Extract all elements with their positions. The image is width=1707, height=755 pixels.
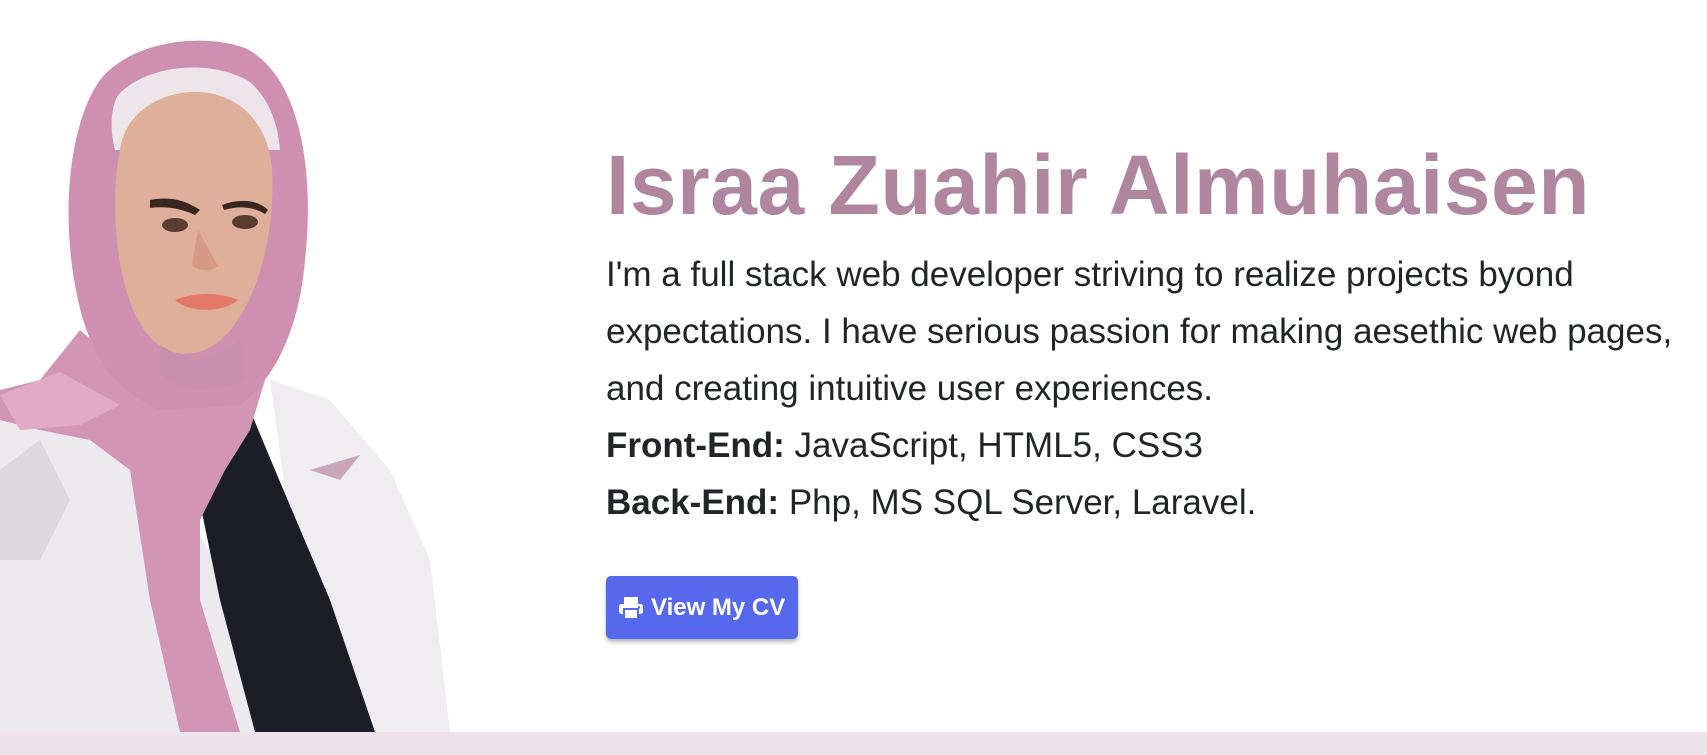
- view-cv-button[interactable]: View My CV: [606, 576, 799, 639]
- view-cv-label: View My CV: [651, 593, 786, 621]
- section-divider: [0, 732, 1707, 755]
- skill-value: JavaScript, HTML5, CSS3: [784, 426, 1204, 465]
- skill-front-end: Front-End: JavaScript, HTML5, CSS3: [606, 417, 1686, 474]
- skill-back-end: Back-End: Php, MS SQL Server, Laravel.: [606, 474, 1686, 531]
- skill-label: Front-End:: [606, 426, 785, 465]
- skill-label: Back-End:: [606, 483, 780, 522]
- skill-value: Php, MS SQL Server, Laravel.: [779, 483, 1257, 522]
- profile-bio: I'm a full stack web developer striving …: [606, 255, 1673, 408]
- profile-photo: [0, 0, 460, 732]
- intro-content: Israa Zuahir Almuhaisen I'm a full stack…: [606, 130, 1686, 639]
- printer-icon: [618, 596, 644, 620]
- hero-section: Israa Zuahir Almuhaisen I'm a full stack…: [0, 0, 1707, 732]
- profile-name: Israa Zuahir Almuhaisen: [606, 138, 1591, 232]
